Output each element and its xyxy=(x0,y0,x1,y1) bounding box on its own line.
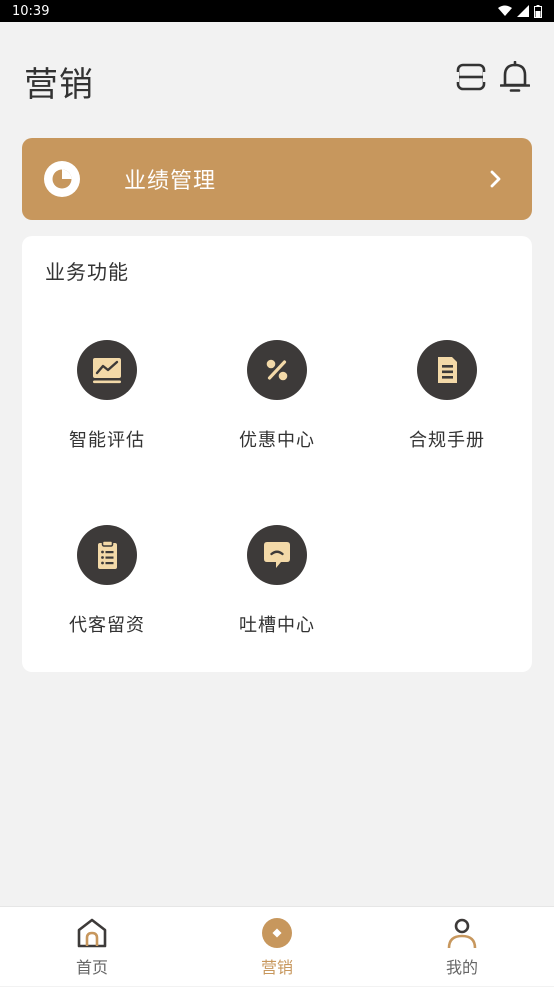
function-label: 合规手册 xyxy=(409,430,485,451)
bottom-tab-bar: 首页 营销 我的 xyxy=(0,906,554,986)
marketing-icon xyxy=(260,916,294,950)
function-feedback-center[interactable]: 吐槽中心 xyxy=(192,525,362,645)
function-discount-center[interactable]: 优惠中心 xyxy=(192,340,362,460)
function-smart-assessment[interactable]: 智能评估 xyxy=(22,340,192,460)
performance-label: 业绩管理 xyxy=(124,169,217,194)
function-label: 吐槽中心 xyxy=(239,615,315,636)
chat-bubble-icon xyxy=(247,525,307,585)
tab-label: 营销 xyxy=(260,958,293,977)
performance-management-button[interactable]: 业绩管理 xyxy=(22,138,532,220)
pie-chart-icon xyxy=(44,161,80,197)
function-customer-info[interactable]: 代客留资 xyxy=(22,525,192,645)
bell-icon[interactable] xyxy=(498,60,532,94)
scan-icon[interactable] xyxy=(454,60,488,94)
battery-icon xyxy=(534,4,542,18)
function-compliance-manual[interactable]: 合规手册 xyxy=(362,340,532,460)
wifi-icon xyxy=(498,5,512,16)
function-label: 优惠中心 xyxy=(239,430,315,451)
function-label: 代客留资 xyxy=(69,615,145,636)
tab-home[interactable]: 首页 xyxy=(0,907,184,987)
function-label: 智能评估 xyxy=(69,430,145,451)
user-icon xyxy=(445,916,479,950)
chevron-right-icon xyxy=(486,168,506,190)
tab-profile[interactable]: 我的 xyxy=(370,907,554,987)
tab-label: 我的 xyxy=(445,958,478,977)
tab-marketing[interactable]: 营销 xyxy=(185,907,369,987)
signal-icon xyxy=(517,5,529,17)
document-icon xyxy=(417,340,477,400)
status-time: 10:39 xyxy=(12,3,50,19)
section-title: 业务功能 xyxy=(45,260,129,284)
status-bar: 10:39 xyxy=(0,0,554,22)
tab-label: 首页 xyxy=(75,958,108,977)
page-title: 营销 xyxy=(24,65,94,105)
clipboard-icon xyxy=(77,525,137,585)
home-icon xyxy=(75,916,109,950)
chart-board-icon xyxy=(77,340,137,400)
status-icons xyxy=(498,4,542,18)
page-header: 营销 xyxy=(0,22,554,132)
business-functions-card: 业务功能 智能评估 优惠中心 合规手册 代客留资 吐槽中心 xyxy=(22,236,532,672)
percent-icon xyxy=(247,340,307,400)
